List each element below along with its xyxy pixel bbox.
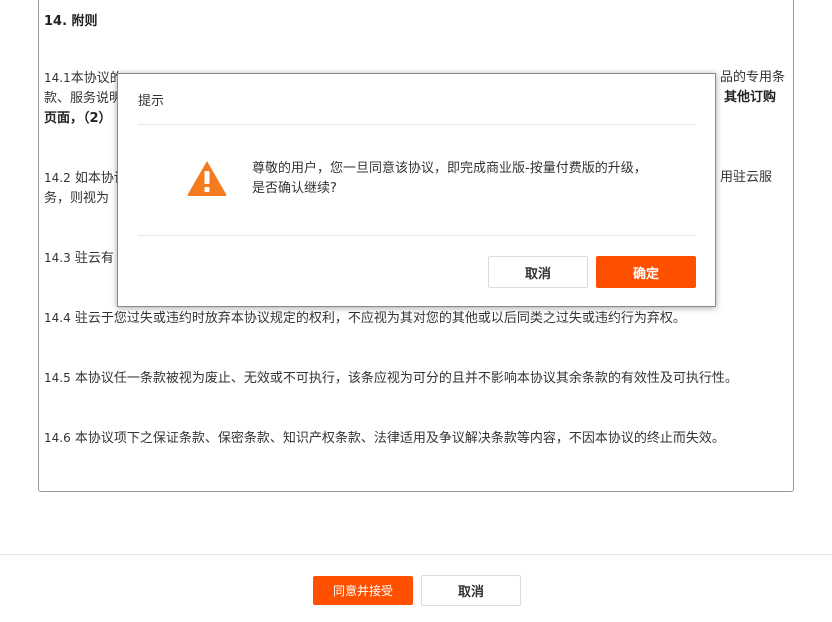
clause-14-5: 14.5 本协议任一条款被视为废止、无效或不可执行，该条应视为可分的且并不影响本… — [44, 368, 789, 389]
dialog-divider — [138, 235, 696, 236]
clause-14-6: 14.6 本协议项下之保证条款、保密条款、知识产权条款、法律适用及争议解决条款等… — [44, 428, 789, 449]
warning-icon — [187, 161, 227, 196]
clause-text-right: 用驻云服 — [720, 170, 773, 185]
clause-text: 驻云于您过失或违约时放弃本协议规定的权利，不应视为其对您的其他或以后同类之过失或… — [74, 311, 686, 326]
clause-text-bold: 页面，（2） — [44, 111, 112, 126]
section-title: 14. 附则 — [44, 14, 98, 29]
dialog-title: 提示 — [138, 94, 165, 109]
clause-text: 款、服务说明 — [44, 91, 123, 106]
clause-text: 务，则视为 — [44, 191, 110, 206]
clause-text-right: 品的专用条 — [720, 70, 786, 85]
footer-cancel-button[interactable]: 取消 — [421, 575, 521, 606]
clause-text: 本协议项下之保证条款、保密条款、知识产权条款、法律适用及争议解决条款等内容，不因… — [74, 431, 725, 446]
clause-number: 14.1 — [44, 71, 71, 85]
confirm-dialog: 提示 尊敬的用户，您一旦同意该协议，即完成商业版-按量付费版的升级，是否确认继续… — [117, 73, 716, 307]
dialog-divider — [138, 124, 696, 125]
clause-number: 14.3 — [44, 251, 71, 265]
clause-number: 14.5 — [44, 371, 71, 385]
clause-number: 14.4 — [44, 311, 71, 325]
clause-text: 驻云有 — [74, 251, 114, 266]
page: 14. 附则 14.1本协议的 品的专用条 款、服务说明 其他订购 页面，（2）… — [0, 0, 832, 622]
clause-number: 14.2 — [44, 171, 71, 185]
clause-text: 本协议任一条款被视为废止、无效或不可执行，该条应视为可分的且并不影响本协议其余条… — [74, 371, 738, 386]
agree-and-accept-button[interactable]: 同意并接受 — [313, 576, 413, 605]
dialog-message: 尊敬的用户，您一旦同意该协议，即完成商业版-按量付费版的升级，是否确认继续? — [252, 161, 647, 196]
clause-number: 14.6 — [44, 431, 71, 445]
dialog-cancel-button[interactable]: 取消 — [488, 256, 588, 288]
clause-14-4: 14.4 驻云于您过失或违约时放弃本协议规定的权利，不应视为其对您的其他或以后同… — [44, 308, 789, 329]
clause-text-bold: 其他订购 — [724, 90, 777, 105]
clause-text: 本协议的 — [70, 71, 123, 86]
dialog-confirm-button[interactable]: 确定 — [596, 256, 696, 288]
footer-divider — [0, 554, 832, 555]
